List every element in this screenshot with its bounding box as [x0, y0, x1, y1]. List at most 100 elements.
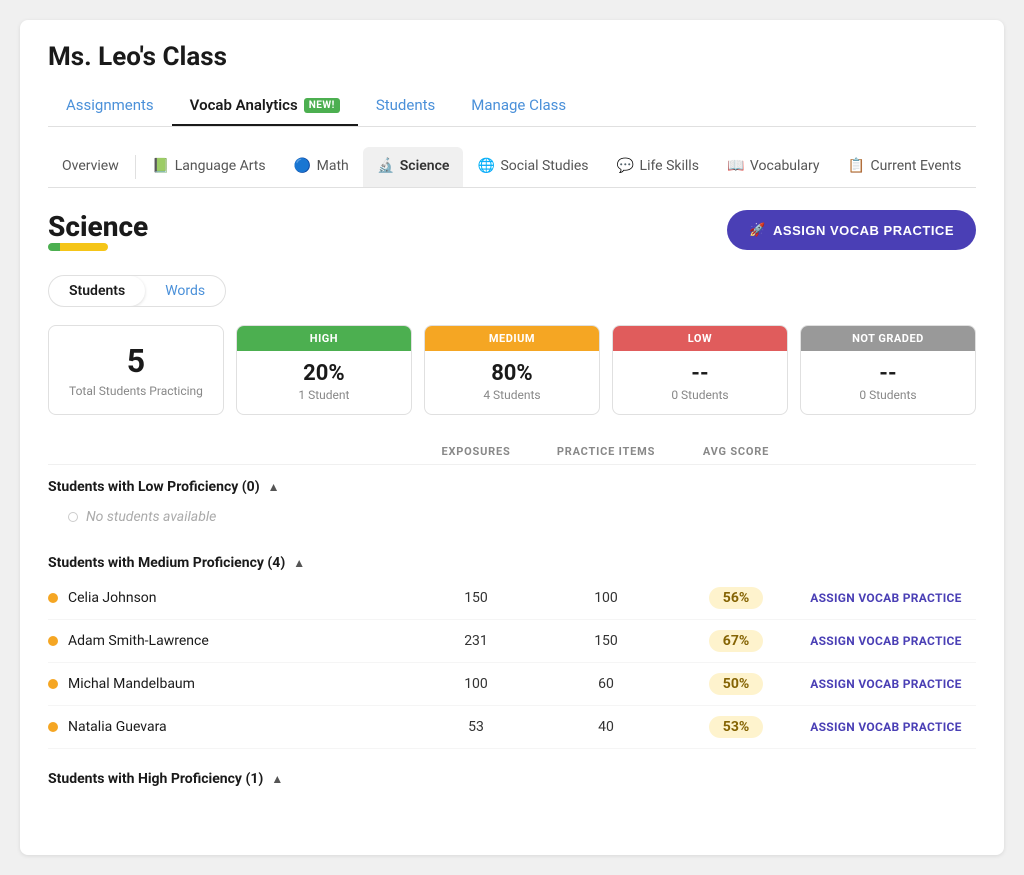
sub-tabs: Students Words	[48, 275, 226, 307]
student-exposures: 231	[416, 633, 536, 649]
progress-yellow	[60, 243, 108, 251]
tab-divider	[135, 155, 136, 179]
col-practice-items: PRACTICE ITEMS	[536, 445, 676, 458]
subject-tab-language-arts[interactable]: 📗 Language Arts	[138, 147, 280, 187]
rocket-icon: 🚀	[749, 222, 766, 238]
proficiency-header-high: HIGH	[237, 326, 411, 351]
student-practice-items: 100	[536, 590, 676, 606]
student-exposures: 53	[416, 719, 536, 735]
assign-vocab-link[interactable]: ASSIGN VOCAB PRACTICE	[796, 591, 976, 605]
assign-vocab-link[interactable]: ASSIGN VOCAB PRACTICE	[796, 677, 976, 691]
assign-vocab-practice-button[interactable]: 🚀 ASSIGN VOCAB PRACTICE	[727, 210, 976, 250]
proficiency-card-high: HIGH 20% 1 Student	[236, 325, 412, 415]
assign-vocab-link[interactable]: ASSIGN VOCAB PRACTICE	[796, 634, 976, 648]
group-title-high[interactable]: Students with High Proficiency (1) ▲	[48, 761, 976, 793]
group-title-medium[interactable]: Students with Medium Proficiency (4) ▲	[48, 545, 976, 577]
student-row: Natalia Guevara 53 40 53% ASSIGN VOCAB P…	[48, 706, 976, 749]
section-header: Science 🚀 ASSIGN VOCAB PRACTICE	[48, 210, 976, 269]
proficiency-body-medium: 80% 4 Students	[425, 351, 599, 414]
math-icon: 🔵	[294, 157, 312, 175]
group-low: Students with Low Proficiency (0) ▲ No s…	[48, 469, 976, 533]
group-high: Students with High Proficiency (1) ▲	[48, 761, 976, 793]
progress-bar	[48, 243, 108, 251]
low-count: 0 Students	[623, 388, 777, 402]
tab-students[interactable]: Students	[358, 86, 453, 126]
sub-tab-students[interactable]: Students	[49, 276, 145, 306]
proficiency-body-low: -- 0 Students	[613, 351, 787, 414]
score-badge: 50%	[709, 673, 763, 695]
life-skills-icon: 💬	[617, 157, 635, 175]
total-students-count: 5	[127, 342, 145, 380]
empty-dot-icon	[68, 512, 78, 522]
student-name: Celia Johnson	[48, 590, 416, 606]
main-tabs: Assignments Vocab Analytics NEW! Student…	[48, 86, 976, 127]
active-subject-heading: Science	[48, 210, 148, 269]
proficiency-body-high: 20% 1 Student	[237, 351, 411, 414]
student-row: Michal Mandelbaum 100 60 50% ASSIGN VOCA…	[48, 663, 976, 706]
chevron-up-icon-high: ▲	[271, 772, 283, 786]
assign-vocab-link[interactable]: ASSIGN VOCAB PRACTICE	[796, 720, 976, 734]
medium-pct: 80%	[435, 361, 589, 386]
student-dot	[48, 679, 58, 689]
proficiency-card-not-graded: NOT GRADED -- 0 Students	[800, 325, 976, 415]
subject-tab-science[interactable]: 🔬 Science	[363, 147, 464, 187]
group-title-low[interactable]: Students with Low Proficiency (0) ▲	[48, 469, 976, 501]
no-students-low: No students available	[48, 501, 976, 533]
page-container: Ms. Leo's Class Assignments Vocab Analyt…	[20, 20, 1004, 855]
student-avg-score: 67%	[676, 630, 796, 652]
subject-tab-overview[interactable]: Overview	[48, 148, 133, 186]
tab-manage-class[interactable]: Manage Class	[453, 86, 584, 126]
subject-tab-social-studies[interactable]: 🌐 Social Studies	[463, 147, 602, 187]
page-header: Ms. Leo's Class Assignments Vocab Analyt…	[20, 20, 1004, 127]
vocabulary-icon: 📖	[727, 157, 745, 175]
student-exposures: 100	[416, 676, 536, 692]
new-badge: NEW!	[304, 98, 340, 113]
language-arts-icon: 📗	[152, 157, 170, 175]
student-practice-items: 40	[536, 719, 676, 735]
col-exposures: EXPOSURES	[416, 445, 536, 458]
score-badge: 53%	[709, 716, 763, 738]
stats-row: 5 Total Students Practicing HIGH 20% 1 S…	[48, 325, 976, 415]
col-action	[796, 445, 976, 458]
group-medium: Students with Medium Proficiency (4) ▲ C…	[48, 545, 976, 749]
student-practice-items: 150	[536, 633, 676, 649]
student-dot	[48, 593, 58, 603]
total-students-label: Total Students Practicing	[69, 384, 203, 398]
tab-vocab-analytics[interactable]: Vocab Analytics NEW!	[172, 86, 358, 126]
chevron-up-icon-medium: ▲	[293, 556, 305, 570]
social-studies-icon: 🌐	[477, 157, 495, 175]
high-pct: 20%	[247, 361, 401, 386]
student-exposures: 150	[416, 590, 536, 606]
student-row: Adam Smith-Lawrence 231 150 67% ASSIGN V…	[48, 620, 976, 663]
not-graded-pct: --	[811, 361, 965, 386]
subject-tab-math[interactable]: 🔵 Math	[280, 147, 363, 187]
proficiency-card-low: LOW -- 0 Students	[612, 325, 788, 415]
proficiency-header-not-graded: NOT GRADED	[801, 326, 975, 351]
score-badge: 67%	[709, 630, 763, 652]
proficiency-header-medium: MEDIUM	[425, 326, 599, 351]
total-students-card: 5 Total Students Practicing	[48, 325, 224, 415]
subject-tab-vocabulary[interactable]: 📖 Vocabulary	[713, 147, 834, 187]
proficiency-body-not-graded: -- 0 Students	[801, 351, 975, 414]
student-avg-score: 53%	[676, 716, 796, 738]
student-name: Adam Smith-Lawrence	[48, 633, 416, 649]
student-practice-items: 60	[536, 676, 676, 692]
sub-tab-words[interactable]: Words	[145, 276, 225, 306]
student-name: Natalia Guevara	[48, 719, 416, 735]
proficiency-card-medium: MEDIUM 80% 4 Students	[424, 325, 600, 415]
content-area: Overview 📗 Language Arts 🔵 Math 🔬 Scienc…	[20, 127, 1004, 825]
student-avg-score: 50%	[676, 673, 796, 695]
tab-assignments[interactable]: Assignments	[48, 86, 172, 126]
col-avg-score: AVG SCORE	[676, 445, 796, 458]
student-row: Celia Johnson 150 100 56% ASSIGN VOCAB P…	[48, 577, 976, 620]
chevron-up-icon: ▲	[268, 480, 280, 494]
subject-tab-current-events[interactable]: 📋 Current Events	[834, 147, 976, 187]
current-events-icon: 📋	[848, 157, 866, 175]
student-dot	[48, 722, 58, 732]
subject-tabs-bar: Overview 📗 Language Arts 🔵 Math 🔬 Scienc…	[48, 147, 976, 188]
score-badge: 56%	[709, 587, 763, 609]
col-name	[48, 445, 416, 458]
student-avg-score: 56%	[676, 587, 796, 609]
low-pct: --	[623, 361, 777, 386]
subject-tab-life-skills[interactable]: 💬 Life Skills	[603, 147, 713, 187]
